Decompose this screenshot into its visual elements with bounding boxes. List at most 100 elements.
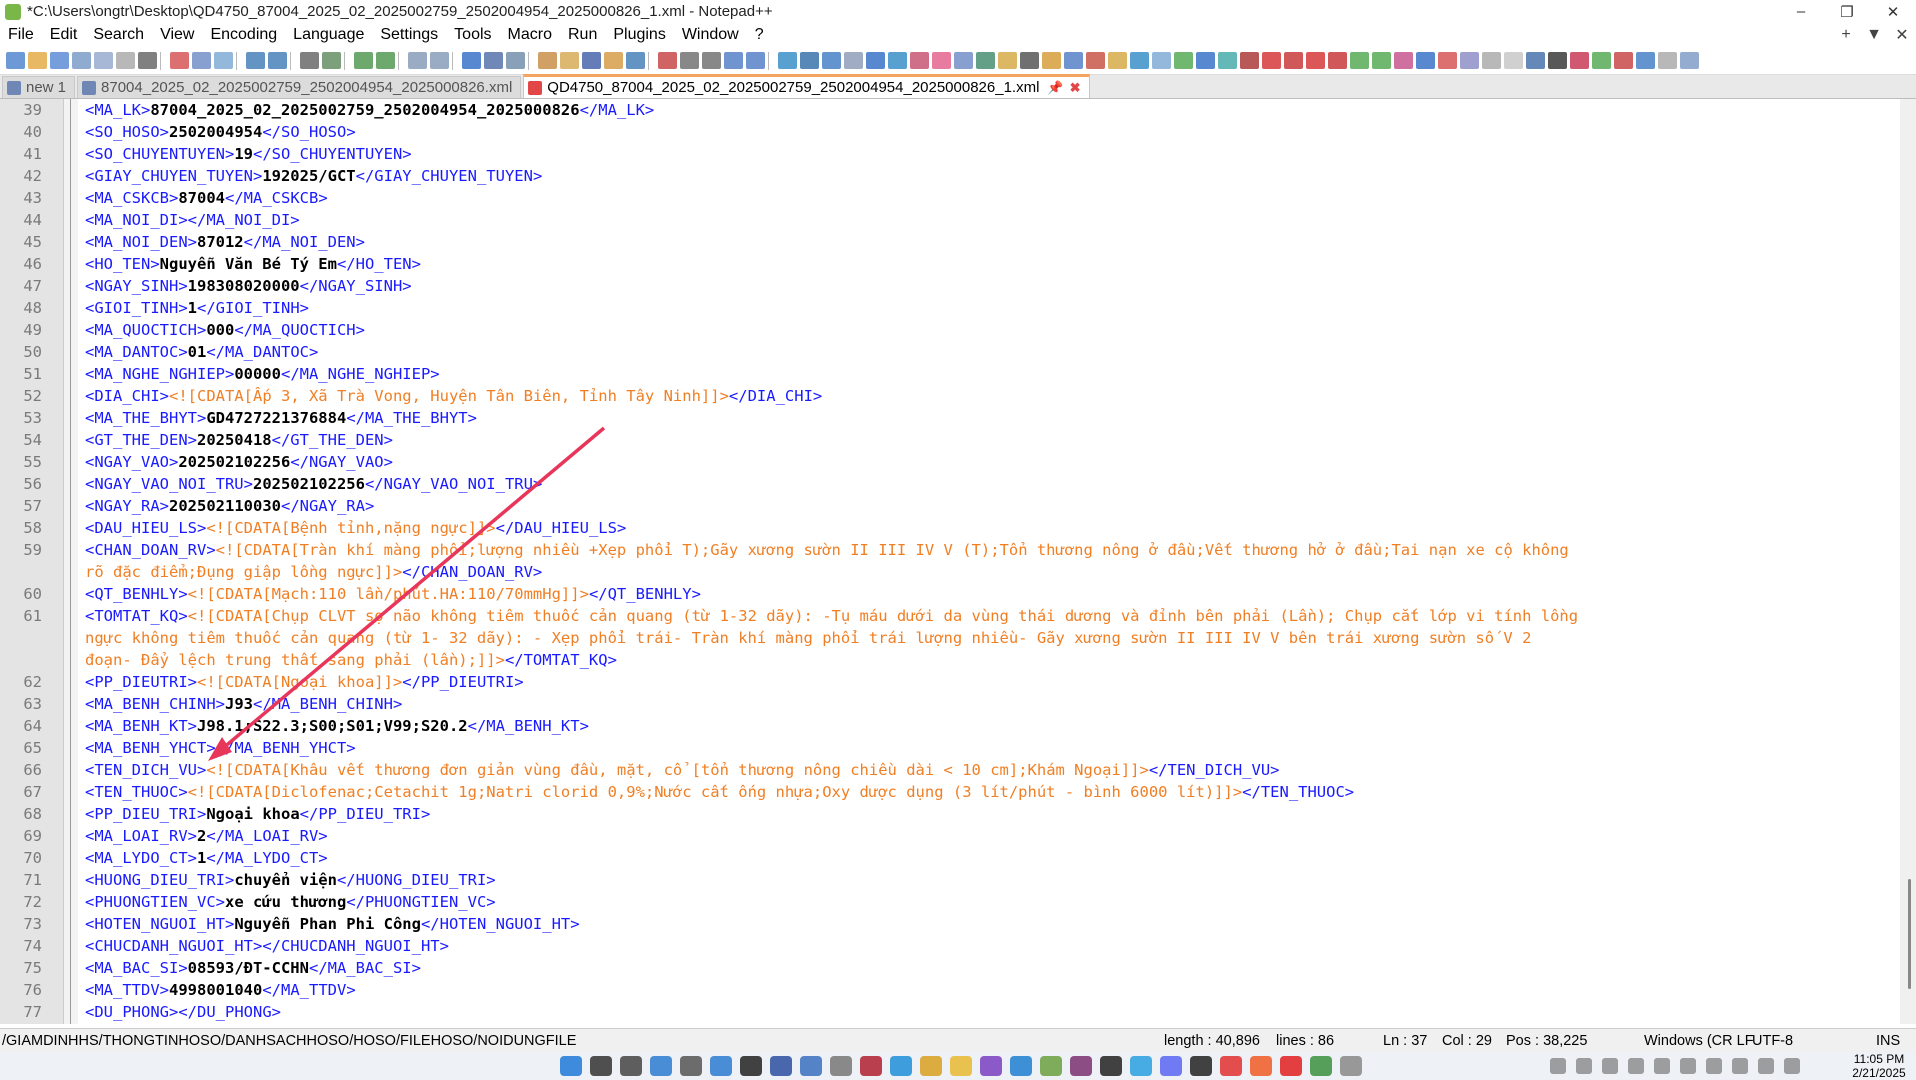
widgets-icon[interactable] [650,1056,672,1076]
settings-icon[interactable] [680,1056,702,1076]
menu-window[interactable]: Window [674,26,747,44]
copy-icon[interactable] [192,52,211,69]
plugin-ai-icon[interactable] [1614,52,1633,69]
new-tab-plus-icon[interactable]: + [1832,26,1860,44]
menu-language[interactable]: Language [285,26,372,44]
vscode-icon[interactable] [1010,1056,1032,1076]
plugin-i-icon[interactable] [954,52,973,69]
wifi-icon[interactable] [1732,1058,1748,1074]
plugin-t-icon[interactable] [1196,52,1215,69]
sync-v-icon[interactable] [408,52,427,69]
menu-search[interactable]: Search [85,26,152,44]
plugin-al-icon[interactable] [1680,52,1699,69]
file-encoding[interactable]: UTF-8 [1752,1033,1793,1049]
clock-app-icon[interactable] [830,1056,852,1076]
close-icon[interactable] [94,52,113,69]
menu-settings[interactable]: Settings [372,26,446,44]
scrollbar-thumb[interactable] [1908,879,1911,989]
task-view-icon[interactable] [620,1056,642,1076]
zoom-in-icon[interactable] [354,52,373,69]
close-button[interactable]: ✕ [1870,3,1916,21]
nav-next-icon[interactable] [1394,52,1413,69]
nav-last-icon[interactable] [1416,52,1435,69]
plugin-aa-icon[interactable] [1438,52,1457,69]
save-macro-icon[interactable] [746,52,765,69]
keyboard-icon[interactable] [1706,1058,1722,1074]
plugin-x-icon[interactable] [1284,52,1303,69]
nav-first-icon[interactable] [1350,52,1369,69]
plugin-w-icon[interactable] [1262,52,1281,69]
plugin-ak-icon[interactable] [1658,52,1677,69]
discord-icon[interactable] [1160,1056,1182,1076]
save-all-icon[interactable] [72,52,91,69]
brave-icon[interactable] [1250,1056,1272,1076]
notepad-icon[interactable] [800,1056,822,1076]
tab-close-icon[interactable]: ✖ [1070,80,1081,96]
replace-icon[interactable] [322,52,341,69]
menu-tools[interactable]: Tools [446,26,499,44]
stop-icon[interactable] [680,52,699,69]
plugin-o-icon[interactable] [1086,52,1105,69]
menu-encoding[interactable]: Encoding [202,26,285,44]
plugin-k-icon[interactable] [998,52,1017,69]
new-icon[interactable] [6,52,25,69]
redo-icon[interactable] [268,52,287,69]
app-light-icon[interactable] [1340,1056,1362,1076]
plugin-d-icon[interactable] [844,52,863,69]
pen-tray-icon[interactable] [1628,1058,1644,1074]
notepadpp-icon[interactable] [1040,1056,1062,1076]
youtube-icon[interactable] [1280,1056,1302,1076]
plugin-a-icon[interactable] [778,52,797,69]
close-all-icon[interactable] [116,52,135,69]
record-icon[interactable] [658,52,677,69]
terminal-icon[interactable] [740,1056,762,1076]
wrap-icon[interactable] [462,52,481,69]
plugin-n-icon[interactable] [1064,52,1083,69]
code-area[interactable]: 39 <MA_LK>87004_2025_02_2025002759_250200… [0,99,1900,1023]
plugin-ac-icon[interactable] [1482,52,1501,69]
plugin-b-icon[interactable] [800,52,819,69]
plugin-af-icon[interactable] [1548,52,1567,69]
windows-start-icon[interactable] [560,1056,582,1076]
tab-qd4750-xml[interactable]: QD4750_87004_2025_02_2025002759_25020049… [523,74,1090,98]
find-icon[interactable] [300,52,319,69]
app-green-icon[interactable] [1310,1056,1332,1076]
antivirus-icon[interactable] [860,1056,882,1076]
plugin-f-icon[interactable] [888,52,907,69]
zoom-out-icon[interactable] [376,52,395,69]
chevron-up-icon[interactable] [1550,1058,1566,1074]
pin-icon[interactable]: 📌 [1047,80,1063,96]
maximize-button[interactable]: ❐ [1824,3,1870,21]
powershell-icon[interactable] [770,1056,792,1076]
plugin-m-icon[interactable] [1042,52,1061,69]
plugin-ah-icon[interactable] [1592,52,1611,69]
indent-guide-icon[interactable] [506,52,525,69]
play-multi-icon[interactable] [724,52,743,69]
app-tray-icon[interactable] [1576,1058,1592,1074]
eol-format[interactable]: Windows (CR LF [1644,1033,1754,1049]
udl-icon[interactable] [538,52,557,69]
plugin-ab-icon[interactable] [1460,52,1479,69]
menu-run[interactable]: Run [560,26,605,44]
menu-macro[interactable]: Macro [500,26,560,44]
print-icon[interactable] [138,52,157,69]
cut-icon[interactable] [170,52,189,69]
winrar-icon[interactable] [1070,1056,1092,1076]
plugin-j-icon[interactable] [976,52,995,69]
tab-87004-xml[interactable]: 87004_2025_02_2025002759_2502004954_2025… [77,76,522,98]
battery-icon[interactable] [1784,1058,1800,1074]
edge-icon[interactable] [890,1056,912,1076]
monitor-icon[interactable] [626,52,645,69]
plugin-ae-icon[interactable] [1526,52,1545,69]
close-document-icon[interactable]: ✕ [1888,25,1916,45]
tab-new-1[interactable]: new 1 [2,76,76,98]
open-icon[interactable] [28,52,47,69]
plugin-c-icon[interactable] [822,52,841,69]
snipping-tool-icon[interactable] [710,1056,732,1076]
search-icon[interactable] [590,1056,612,1076]
menu-edit[interactable]: Edit [42,26,86,44]
jetbrains-icon[interactable] [1190,1056,1212,1076]
paste-icon[interactable] [214,52,233,69]
menu-help[interactable]: ? [747,26,772,44]
plugin-g-icon[interactable] [910,52,929,69]
